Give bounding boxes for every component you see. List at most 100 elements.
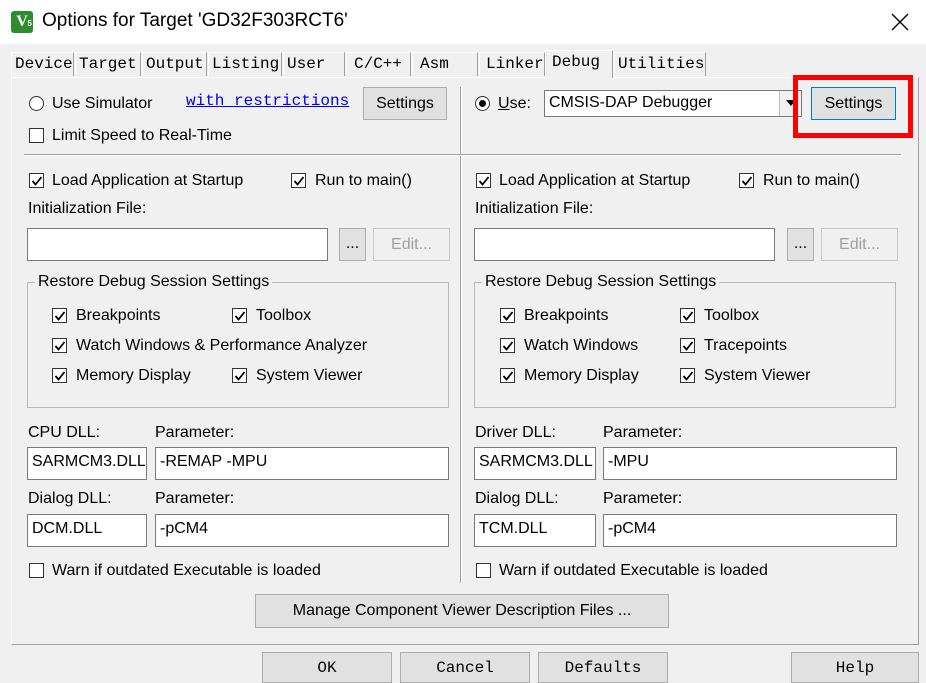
tab-output[interactable]: Output	[142, 52, 207, 76]
check-icon	[502, 341, 514, 351]
cpu-dll-label: CPU DLL:	[28, 424, 101, 441]
left-toolbox-checkbox[interactable]	[232, 308, 247, 323]
right-warn-checkbox[interactable]	[476, 563, 491, 578]
tab-asm[interactable]: Asm	[412, 52, 478, 76]
left-browse-button[interactable]: ...	[339, 228, 366, 261]
right-system-viewer-label: System Viewer	[704, 367, 811, 384]
tab-utilities[interactable]: Utilities	[614, 52, 706, 76]
right-memory-label: Memory Display	[524, 367, 639, 384]
right-load-app-label: Load Application at Startup	[499, 172, 691, 189]
close-icon	[891, 13, 909, 31]
tab-c-cpp[interactable]: C/C++	[346, 52, 411, 76]
check-icon	[478, 176, 490, 186]
left-restore-group-label: Restore Debug Session Settings	[35, 273, 273, 291]
left-edit-button[interactable]: Edit...	[373, 228, 450, 261]
right-breakpoints-label: Breakpoints	[524, 307, 609, 324]
right-tracepoints-label: Tracepoints	[704, 337, 787, 354]
check-icon	[741, 176, 753, 186]
chevron-down-icon[interactable]	[779, 91, 801, 116]
simulator-settings-button[interactable]: Settings	[363, 87, 447, 120]
window-title: Options for Target 'GD32F303RCT6'	[42, 10, 348, 31]
left-init-file-input[interactable]	[27, 228, 328, 261]
debugger-select[interactable]: CMSIS-DAP Debugger	[544, 90, 802, 117]
check-icon	[234, 371, 246, 381]
right-dialog-param-label: Parameter:	[603, 490, 683, 507]
left-dialog-dll-label: Dialog DLL:	[28, 490, 112, 507]
right-load-app-checkbox[interactable]	[476, 173, 491, 188]
right-run-main-label: Run to main()	[763, 172, 860, 189]
left-run-main-checkbox[interactable]	[291, 173, 306, 188]
debugger-settings-button[interactable]: Settings	[811, 87, 896, 120]
right-watch-checkbox[interactable]	[500, 338, 515, 353]
driver-param-input[interactable]: -MPU	[603, 447, 897, 480]
close-button[interactable]	[884, 8, 916, 36]
left-load-app-label: Load Application at Startup	[52, 172, 244, 189]
use-simulator-label: Use Simulator	[52, 95, 153, 112]
check-icon	[31, 176, 43, 186]
left-watch-checkbox[interactable]	[52, 338, 67, 353]
right-system-viewer-checkbox[interactable]	[680, 368, 695, 383]
tab-device[interactable]: Device	[11, 52, 74, 76]
right-dialog-dll-label: Dialog DLL:	[475, 490, 559, 507]
cancel-button[interactable]: Cancel	[400, 652, 530, 683]
right-dialog-param-input[interactable]: -pCM4	[603, 514, 897, 547]
right-memory-checkbox[interactable]	[500, 368, 515, 383]
left-warn-checkbox[interactable]	[29, 563, 44, 578]
left-breakpoints-label: Breakpoints	[76, 307, 161, 324]
keil-app-icon: V5	[11, 11, 33, 33]
tab-debug[interactable]: Debug	[545, 50, 613, 78]
column-divider	[460, 87, 462, 583]
right-toolbox-checkbox[interactable]	[680, 308, 695, 323]
help-button[interactable]: Help	[791, 652, 919, 683]
cpu-param-input[interactable]: -REMAP -MPU	[155, 447, 449, 480]
check-icon	[682, 341, 694, 351]
debugger-select-value: CMSIS-DAP Debugger	[549, 94, 713, 111]
limit-speed-checkbox[interactable]	[29, 128, 44, 143]
left-memory-label: Memory Display	[76, 367, 191, 384]
check-icon	[54, 341, 66, 351]
right-watch-label: Watch Windows	[524, 337, 639, 354]
right-tracepoints-checkbox[interactable]	[680, 338, 695, 353]
check-icon	[54, 311, 66, 321]
cpu-dll-input[interactable]: SARMCM3.DLL	[27, 447, 147, 480]
driver-dll-label: Driver DLL:	[475, 424, 556, 441]
right-run-main-checkbox[interactable]	[739, 173, 754, 188]
left-dialog-dll-input[interactable]: DCM.DLL	[27, 514, 147, 547]
right-browse-button[interactable]: ...	[787, 228, 814, 261]
left-run-main-label: Run to main()	[315, 172, 412, 189]
tab-listing[interactable]: Listing	[208, 52, 282, 76]
title-bar: V5 Options for Target 'GD32F303RCT6'	[0, 0, 926, 44]
right-toolbox-label: Toolbox	[704, 307, 760, 324]
right-dialog-dll-input[interactable]: TCM.DLL	[474, 514, 596, 547]
right-init-file-input[interactable]	[474, 228, 775, 261]
left-warn-label: Warn if outdated Executable is loaded	[52, 562, 321, 579]
left-dialog-param-input[interactable]: -pCM4	[155, 514, 449, 547]
right-breakpoints-checkbox[interactable]	[500, 308, 515, 323]
with-restrictions-link[interactable]: with restrictions	[186, 92, 349, 110]
left-load-app-checkbox[interactable]	[29, 173, 44, 188]
defaults-button[interactable]: Defaults	[538, 652, 668, 683]
left-system-viewer-checkbox[interactable]	[232, 368, 247, 383]
tab-target[interactable]: Target	[75, 52, 141, 76]
manage-component-viewer-button[interactable]: Manage Component Viewer Description File…	[255, 594, 669, 628]
use-simulator-radio[interactable]	[29, 96, 44, 111]
use-label: Use:	[498, 95, 531, 112]
left-memory-checkbox[interactable]	[52, 368, 67, 383]
left-watch-label: Watch Windows & Performance Analyzer	[76, 337, 368, 354]
tab-user[interactable]: User	[283, 52, 345, 76]
check-icon	[293, 176, 305, 186]
right-edit-button[interactable]: Edit...	[821, 228, 898, 261]
check-icon	[502, 371, 514, 381]
driver-dll-input[interactable]: SARMCM3.DLL	[474, 447, 596, 480]
driver-param-label: Parameter:	[603, 424, 683, 441]
check-icon	[234, 311, 246, 321]
check-icon	[54, 371, 66, 381]
ok-button[interactable]: OK	[262, 652, 392, 683]
left-init-file-label: Initialization File:	[28, 200, 147, 217]
left-breakpoints-checkbox[interactable]	[52, 308, 67, 323]
check-icon	[682, 371, 694, 381]
left-toolbox-label: Toolbox	[256, 307, 312, 324]
limit-speed-label: Limit Speed to Real-Time	[52, 127, 232, 144]
use-debugger-radio[interactable]	[475, 96, 490, 111]
tab-linker[interactable]: Linker	[479, 52, 545, 76]
